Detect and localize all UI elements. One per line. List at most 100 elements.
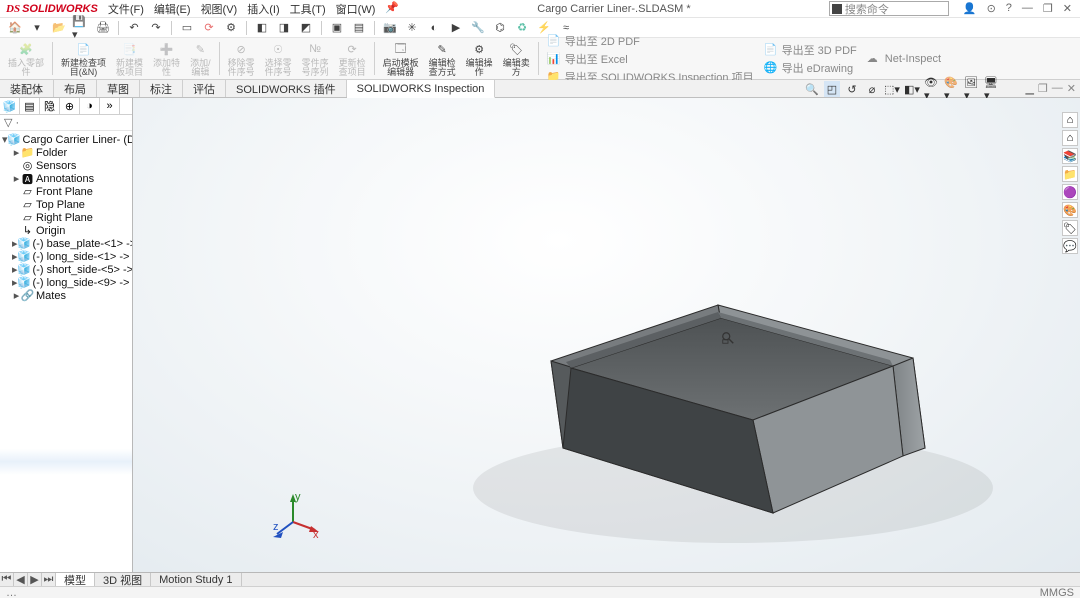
fm-tab-tree-icon[interactable]: 🧊	[0, 98, 20, 114]
launch-template-editor-button[interactable]: 🗔启动模板 编辑器	[379, 40, 423, 77]
tree-part-2[interactable]: ▸🧊(-) long_side-<1> -> (Def	[0, 250, 132, 263]
minimize-button[interactable]: —	[1022, 2, 1033, 15]
qa-camera-icon[interactable]: 📷	[381, 20, 399, 36]
fm-tab-property-icon[interactable]: ▤	[20, 98, 40, 114]
fm-tab-config-icon[interactable]: 隐	[40, 98, 60, 114]
view-triad[interactable]: y x z	[273, 492, 323, 542]
taskpane-home-icon[interactable]: ⌂	[1062, 112, 1078, 128]
close-button[interactable]: ✕	[1063, 2, 1072, 15]
taskpane-appearances-icon[interactable]: 🎨	[1062, 202, 1078, 218]
fm-tab-display-icon[interactable]: ◑	[80, 98, 100, 114]
qa-cluster-3[interactable]: ◩	[297, 20, 315, 36]
tree-root[interactable]: ▾🧊Cargo Carrier Liner- (Default	[0, 133, 132, 146]
qa-display-icon[interactable]: ◐	[425, 20, 443, 36]
zoom-fit-icon[interactable]: 🔍	[804, 81, 820, 97]
tree-origin[interactable]: ↳Origin	[0, 224, 132, 237]
fm-tab-dimxpert-icon[interactable]: ⊕	[60, 98, 80, 114]
home-icon[interactable]: 🏠	[6, 20, 24, 36]
tab-layout[interactable]: 布局	[54, 80, 97, 97]
taskpane-design-lib-icon[interactable]: 📚	[1062, 148, 1078, 164]
undo-icon[interactable]: ↶	[125, 20, 143, 36]
tab-nav-first-icon[interactable]: ⏮	[0, 573, 14, 586]
login-icon[interactable]: 👤	[963, 2, 977, 15]
qa-circuit-icon[interactable]: ⚡	[535, 20, 553, 36]
new-doc-icon[interactable]: ▾	[28, 20, 46, 36]
tab-assembly[interactable]: 装配体	[0, 80, 54, 97]
tree-part-1[interactable]: ▸🧊(-) base_plate-<1> -> (De	[0, 237, 132, 250]
restore-button[interactable]: ❐	[1043, 2, 1053, 15]
tree-part-3[interactable]: ▸🧊(-) short_side-<5> -> (De	[0, 263, 132, 276]
menu-insert[interactable]: 插入(I)	[247, 1, 279, 17]
help-icon[interactable]: ?	[1006, 2, 1012, 15]
tab-nav-next-icon[interactable]: ▶	[28, 573, 42, 586]
qa-motion-icon[interactable]: ▶	[447, 20, 465, 36]
select-icon[interactable]: ▭	[178, 20, 196, 36]
command-search[interactable]: 搜索命令	[829, 1, 949, 16]
tree-annotations[interactable]: ▸🅰Annotations	[0, 172, 132, 185]
tree-right-plane[interactable]: ▱Right Plane	[0, 211, 132, 224]
menu-edit[interactable]: 编辑(E)	[154, 1, 191, 17]
qa-sheet-icon[interactable]: ▤	[350, 20, 368, 36]
tree-mates[interactable]: ▸🔗Mates	[0, 289, 132, 302]
tab-3dview[interactable]: 3D 视图	[95, 573, 151, 586]
edit-vendors-button[interactable]: 🏷编辑卖 方	[499, 40, 534, 77]
graphics-viewport[interactable]: y x z ⌂ ⌂ 📚 📁 🟣 🎨 🏷 💬	[133, 98, 1080, 572]
tree-top-plane[interactable]: ▱Top Plane	[0, 198, 132, 211]
panel-restore-icon[interactable]: ❐	[1038, 82, 1048, 95]
taskpane-custom-props-icon[interactable]: 🏷	[1062, 220, 1078, 236]
tab-evaluate[interactable]: 评估	[183, 80, 226, 97]
taskpane-resources-icon[interactable]: ⌂	[1062, 130, 1078, 146]
qa-cube-icon[interactable]: ▣	[328, 20, 346, 36]
taskpane-forum-icon[interactable]: 💬	[1062, 238, 1078, 254]
qa-sustain-icon[interactable]: ♻	[513, 20, 531, 36]
qa-cluster-1[interactable]: ◧	[253, 20, 271, 36]
section-view-icon[interactable]: ⌀	[864, 81, 880, 97]
print-icon[interactable]: 🖨	[94, 20, 112, 36]
menu-view[interactable]: 视图(V)	[201, 1, 238, 17]
tab-model[interactable]: 模型	[56, 573, 95, 586]
hide-show-icon[interactable]: 👁▾	[924, 81, 940, 97]
notify-icon[interactable]: ⊙	[987, 2, 996, 15]
tab-motion1[interactable]: Motion Study 1	[151, 573, 241, 586]
new-inspection-project-button[interactable]: 📄 新建检查项 目(&N)	[57, 40, 110, 77]
tree-front-plane[interactable]: ▱Front Plane	[0, 185, 132, 198]
tree-part-4[interactable]: ▸🧊(-) long_side-<9> -> (Def	[0, 276, 132, 289]
zoom-area-icon[interactable]: ◰	[824, 81, 840, 97]
menu-pin-icon[interactable]: 📌	[385, 1, 399, 17]
qa-cluster-2[interactable]: ◨	[275, 20, 293, 36]
fm-filter-row[interactable]: ▽ ·	[0, 115, 132, 131]
tab-plugins[interactable]: SOLIDWORKS 插件	[226, 80, 347, 97]
tab-nav-last-icon[interactable]: ⏭	[42, 573, 56, 586]
edit-operations-button[interactable]: ⚙编辑操 作	[462, 40, 497, 77]
options-icon[interactable]: ⚙	[222, 20, 240, 36]
panel-min-icon[interactable]: ▁	[1025, 82, 1033, 95]
appearance-icon[interactable]: 🎨▾	[944, 81, 960, 97]
rebuild-icon[interactable]: ⟳	[200, 20, 218, 36]
redo-icon[interactable]: ↷	[147, 20, 165, 36]
taskpane-view-palette-icon[interactable]: 🟣	[1062, 184, 1078, 200]
tab-inspection[interactable]: SOLIDWORKS Inspection	[347, 80, 496, 98]
view-orient-icon[interactable]: ⬚▾	[884, 81, 900, 97]
taskpane-file-explorer-icon[interactable]: 📁	[1062, 166, 1078, 182]
qa-sim-icon[interactable]: ⌬	[491, 20, 509, 36]
scene-icon[interactable]: 🖼▾	[964, 81, 980, 97]
save-icon[interactable]: 💾▾	[72, 20, 90, 36]
tab-nav-prev-icon[interactable]: ◀	[14, 573, 28, 586]
qa-render-icon[interactable]: ✳	[403, 20, 421, 36]
prev-view-icon[interactable]: ↺	[844, 81, 860, 97]
fm-tab-expand-icon[interactable]: »	[100, 98, 120, 114]
panel-close-icon[interactable]: ✕	[1067, 82, 1076, 95]
open-icon[interactable]: 📂	[50, 20, 68, 36]
panel-max-icon[interactable]: —	[1052, 82, 1063, 95]
qa-flow-icon[interactable]: ≈	[557, 20, 575, 36]
menu-file[interactable]: 文件(F)	[108, 1, 144, 17]
view-settings-icon[interactable]: 🖥▾	[984, 81, 1000, 97]
tree-sensors[interactable]: ◎Sensors	[0, 159, 132, 172]
display-style-icon[interactable]: ◧▾	[904, 81, 920, 97]
tree-folder[interactable]: ▸📁Folder	[0, 146, 132, 159]
qa-toolbox-icon[interactable]: 🔧	[469, 20, 487, 36]
menu-window[interactable]: 窗口(W)	[336, 1, 376, 17]
tab-markup[interactable]: 标注	[140, 80, 183, 97]
menu-tools[interactable]: 工具(T)	[290, 1, 326, 17]
tab-sketch[interactable]: 草图	[97, 80, 140, 97]
